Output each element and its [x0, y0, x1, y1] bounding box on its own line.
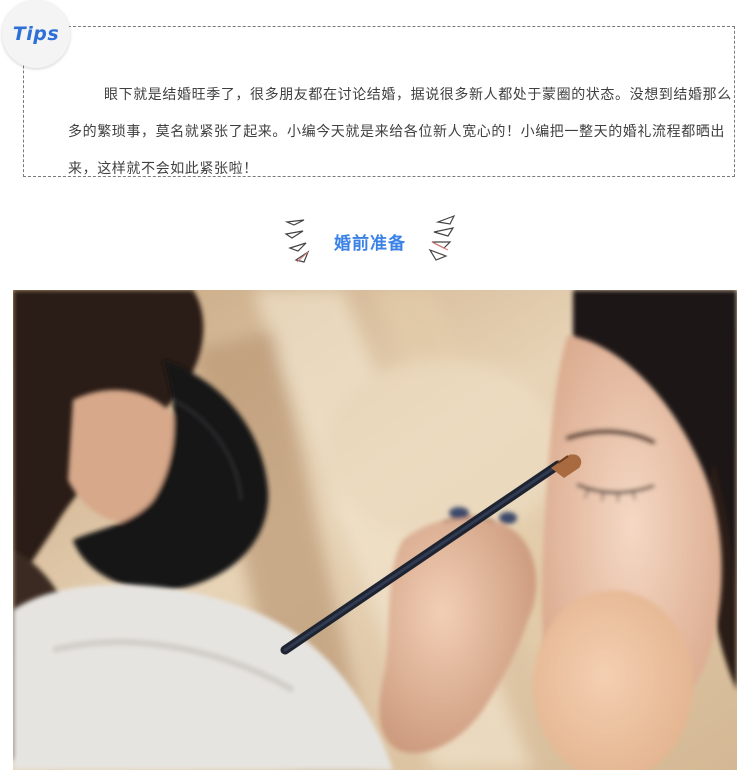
tips-box: 眼下就是结婚旺季了，很多朋友都在讨论结婚，据说很多新人都处于蒙圈的状态。没想到结… — [23, 26, 735, 177]
tips-badge: Tips — [2, 0, 70, 68]
tips-badge-label: Tips — [12, 23, 60, 45]
makeup-photo — [13, 290, 737, 770]
makeup-photo-illustration — [13, 290, 737, 770]
section-header: 婚前准备 — [284, 212, 456, 268]
burst-right-icon — [428, 214, 456, 261]
tips-paragraph: 眼下就是结婚旺季了，很多朋友都在讨论结婚，据说很多新人都处于蒙圈的状态。没想到结… — [68, 87, 732, 177]
